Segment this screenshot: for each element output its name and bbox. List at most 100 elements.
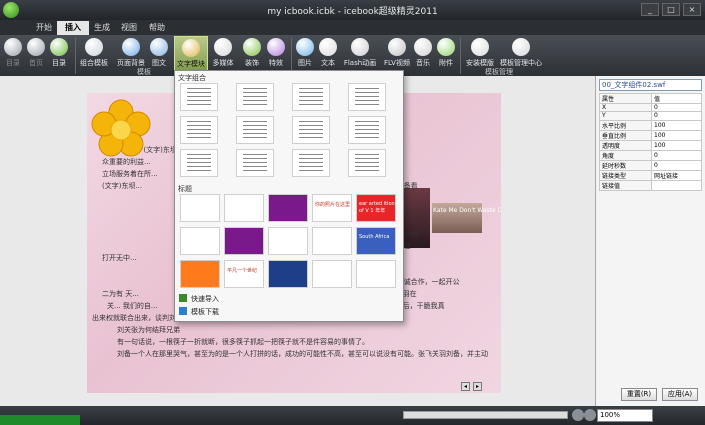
title-thumbnail[interactable]: South Africa [356,227,396,255]
text-combo-thumbnail[interactable] [236,83,274,111]
text-combo-thumbnail[interactable] [348,116,386,144]
ribbon-button-music[interactable]: 音乐 [413,36,433,74]
ribbon-button-decoration[interactable]: 装饰 [241,36,263,74]
title-thumbnail[interactable]: 你的照片在这里 [312,194,352,222]
text-combo-thumbnail[interactable] [236,149,274,177]
apply-button[interactable]: 应用(A) [662,388,698,401]
zoom-slider[interactable] [403,411,568,419]
ribbon-button-home[interactable]: 首页 [27,36,45,74]
ribbon-button-text[interactable]: 文本 [318,36,338,74]
title-thumbnail[interactable] [224,194,264,222]
property-value[interactable]: 100 [651,139,702,151]
thumb-line [187,88,211,89]
property-row[interactable]: X0 [599,102,702,113]
title-thumbnail[interactable] [356,260,396,288]
maximize-button[interactable]: □ [662,3,680,16]
property-row[interactable]: 链接类型 网址链接 [599,169,702,181]
property-value[interactable]: 100 [651,129,702,141]
property-row[interactable]: 透明度 100 [599,139,702,151]
property-row[interactable]: 链接值 [599,179,702,191]
thumb-line [187,133,211,134]
thumb-line [355,133,379,134]
ribbon-button-text-module[interactable]: 文字模块 [174,36,208,74]
title-thumbnail[interactable] [224,227,264,255]
property-row[interactable]: 角度 0 [599,149,702,161]
prev-page-button[interactable]: ◂ [461,382,470,391]
title-thumbnail[interactable] [268,194,308,222]
title-thumbnail[interactable] [268,227,308,255]
thumb-line [299,121,323,122]
text-combo-thumbnail[interactable] [236,116,274,144]
thumb-line [355,104,379,105]
ribbon-button-combo-template[interactable]: 组合模板 [79,36,109,74]
reset-button[interactable]: 重置(R) [621,388,657,401]
property-row[interactable]: Y0 [599,111,702,121]
property-value[interactable]: 100 [651,119,702,131]
text-combo-thumbnail[interactable] [348,83,386,111]
property-key: 链接值 [599,179,652,191]
property-row[interactable]: 属性值 [599,93,702,104]
ribbon-button-effects[interactable]: 特效 [265,36,287,74]
thumb-line [243,96,267,97]
ribbon-button-video[interactable]: FLV视频 [382,36,412,74]
title-thumbnail[interactable]: ear arted ition of V 1 年年 [356,194,396,222]
thumb-line [355,137,379,138]
title-thumbnail[interactable] [312,260,352,288]
property-row[interactable]: 垂直比例 100 [599,129,702,141]
property-value[interactable]: 0 [651,102,702,113]
tab-help[interactable]: 帮助 [141,21,173,35]
thumb-line [355,158,379,159]
decoration-icon [243,38,261,56]
thumb-line [243,133,267,134]
ribbon-button-label: 多媒体 [212,59,234,67]
next-page-button[interactable]: ▸ [473,382,482,391]
ribbon-button-attachment[interactable]: 附件 [436,36,456,74]
quick-import-item[interactable]: 快速导入 [179,294,219,305]
ribbon-button-flash[interactable]: Flash动画 [340,36,380,74]
text-combo-thumbnail[interactable] [180,149,218,177]
title-thumbnail[interactable] [180,260,220,288]
property-value[interactable]: 网址链接 [651,169,702,181]
ribbon-button-multimedia[interactable]: 多媒体 [209,36,237,74]
ribbon-button-catalog[interactable]: 目录 [47,36,71,74]
thumb-line [299,154,323,155]
title-thumbnail[interactable] [268,260,308,288]
ribbon-button-picture[interactable]: 图片 [295,36,315,74]
title-thumbnail[interactable] [180,227,220,255]
minimize-button[interactable]: _ [641,3,659,16]
property-value[interactable] [651,179,702,191]
property-row[interactable]: 延时秒数 0 [599,159,702,171]
property-value[interactable]: 0 [651,159,702,171]
zoom-in-icon[interactable] [584,409,596,421]
property-value[interactable]: 0 [651,149,702,161]
properties-table: 属性值 X 0 Y 0 水平比例 100 垂直比例 100 透明度 100 角度 0 延时秒数 0 链接类型网… [599,93,702,191]
thumb-line [187,92,211,93]
zoom-out-icon[interactable] [572,409,584,421]
ribbon-button-toc[interactable]: 目录 [3,36,23,74]
template-center-icon [512,38,530,56]
zoom-select[interactable]: 100% [597,409,653,422]
text-combo-thumbnail[interactable] [180,116,218,144]
text-combo-thumbnail[interactable] [180,83,218,111]
property-value[interactable]: 0 [651,111,702,121]
object-name-select[interactable]: 00_文字组件02.swf [599,79,702,91]
tab-start[interactable]: 开始 [28,21,60,35]
title-thumbnail[interactable] [312,227,352,255]
title-thumbnail[interactable] [180,194,220,222]
close-button[interactable]: × [683,3,701,16]
template-download-item[interactable]: 模板下载 [179,307,219,318]
property-row[interactable]: 水平比例 100 [599,119,702,131]
property-value[interactable]: 值 [651,93,702,104]
title-thumbnail[interactable]: 平凡一个世纪 [224,260,264,288]
combo-template-icon [85,38,103,56]
status-bar: 100% [0,406,705,425]
text-combo-thumbnail[interactable] [348,149,386,177]
text-combo-thumbnail[interactable] [292,149,330,177]
flash-icon [351,38,369,56]
text-combo-thumbnail[interactable] [292,83,330,111]
ribbon-button-image-text[interactable]: 图文 [148,36,170,74]
thumb-line [187,129,211,130]
text-combo-thumbnail[interactable] [292,116,330,144]
tab-insert[interactable]: 插入 [57,21,89,35]
ribbon-button-label: 首页 [29,59,43,67]
